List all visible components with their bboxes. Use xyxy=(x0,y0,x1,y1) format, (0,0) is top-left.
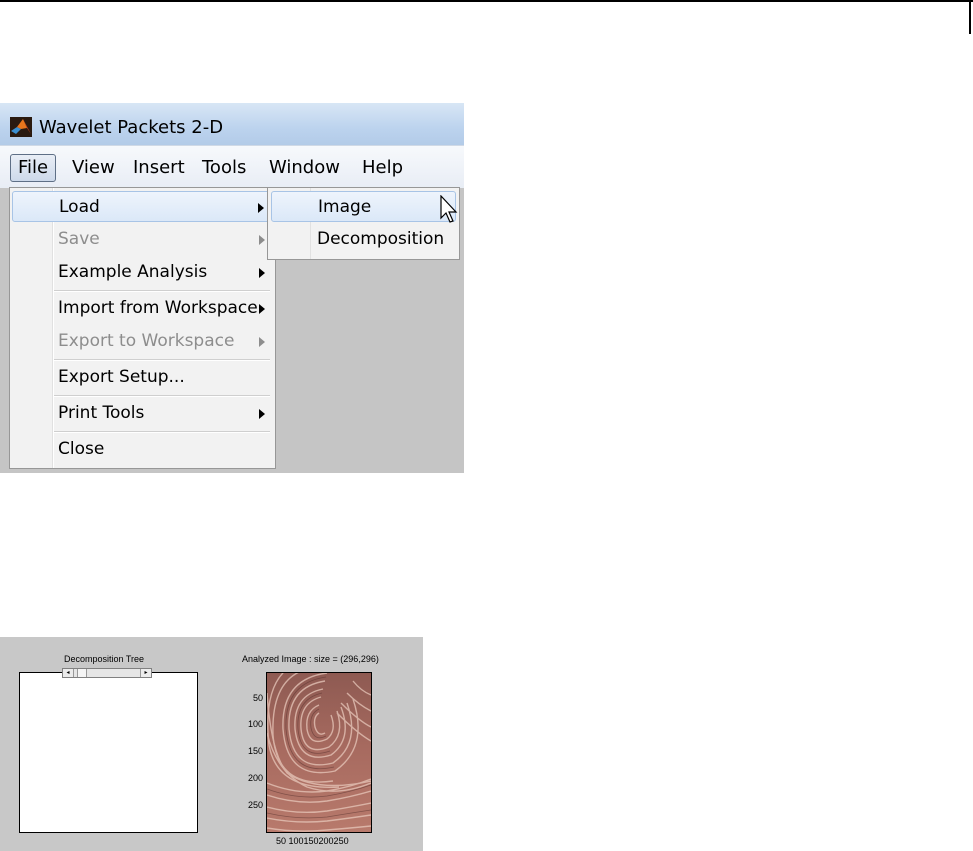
menu-insert[interactable]: Insert xyxy=(126,154,192,182)
menu-item-label: Export Setup... xyxy=(58,367,185,387)
menu-item-label: Close xyxy=(58,439,105,459)
submenu-arrow-icon xyxy=(258,203,264,213)
x-tick-labels: 50 100150200250 xyxy=(276,836,349,846)
load-submenu: Image Decomposition xyxy=(267,187,460,260)
analyzed-image-title: Analyzed Image : size = (296,296) xyxy=(242,654,379,664)
submenu-arrow-icon xyxy=(259,235,265,245)
menu-view[interactable]: View xyxy=(65,154,122,182)
mouse-pointer-icon xyxy=(440,195,458,223)
menu-item-label: Save xyxy=(58,229,100,249)
file-dropdown-menu: Load Save Example Analysis Import from W… xyxy=(9,187,276,469)
menu-window[interactable]: Window xyxy=(262,154,347,182)
menu-separator xyxy=(54,359,270,361)
submenu-arrow-icon xyxy=(259,268,265,278)
analysis-panel: Decomposition Tree ◂ ▸ Analyzed Image : … xyxy=(0,637,423,851)
menu-item-label: Export to Workspace xyxy=(58,331,235,351)
decomposition-tree-title: Decomposition Tree xyxy=(64,654,145,664)
window-title: Wavelet Packets 2-D xyxy=(39,117,224,138)
submenu-arrow-icon xyxy=(259,337,265,347)
y-tick-label: 150 xyxy=(247,746,263,756)
menu-item-label: Example Analysis xyxy=(58,262,208,282)
matlab-logo-icon xyxy=(10,117,32,137)
decomposition-tree-axes[interactable] xyxy=(19,672,198,833)
y-tick-label: 200 xyxy=(247,773,263,783)
menu-file[interactable]: File xyxy=(10,154,57,182)
menu-item-label: Load xyxy=(59,197,100,217)
menu-bar: File View Insert Tools Window Help xyxy=(0,145,464,188)
menu-item-label: Print Tools xyxy=(58,403,145,423)
analyzed-image-axes[interactable] xyxy=(266,672,372,833)
scroll-left-arrow-icon[interactable]: ◂ xyxy=(63,669,74,677)
page-top-rule xyxy=(0,0,973,2)
file-menu-save[interactable]: Save xyxy=(12,224,273,255)
file-menu-export-setup[interactable]: Export Setup... xyxy=(12,362,273,393)
submenu-arrow-icon xyxy=(259,304,265,314)
menu-separator xyxy=(54,290,270,292)
file-menu-example-analysis[interactable]: Example Analysis xyxy=(12,257,273,288)
file-menu-print-tools[interactable]: Print Tools xyxy=(12,398,273,429)
fingerprint-image xyxy=(267,673,371,832)
y-tick-label: 250 xyxy=(247,800,263,810)
file-menu-close[interactable]: Close xyxy=(12,434,273,465)
submenu-arrow-icon xyxy=(259,409,265,419)
page-corner-tick xyxy=(969,0,971,34)
load-submenu-decomposition[interactable]: Decomposition xyxy=(271,224,456,255)
menu-item-label: Image xyxy=(318,197,372,217)
menu-item-label: Decomposition xyxy=(317,229,445,249)
menu-tools[interactable]: Tools xyxy=(195,154,253,182)
file-menu-load[interactable]: Load xyxy=(12,191,273,222)
file-menu-export-to-workspace[interactable]: Export to Workspace xyxy=(12,326,273,357)
tree-horizontal-scrollbar[interactable]: ◂ ▸ xyxy=(62,668,152,678)
y-tick-label: 100 xyxy=(247,719,263,729)
app-window: Wavelet Packets 2-D File View Insert Too… xyxy=(0,103,464,473)
file-menu-import-from-workspace[interactable]: Import from Workspace xyxy=(12,293,273,324)
scrollbar-thumb[interactable] xyxy=(77,669,87,677)
y-tick-label: 50 xyxy=(252,693,263,703)
load-submenu-image[interactable]: Image xyxy=(271,191,456,222)
title-bar: Wavelet Packets 2-D xyxy=(0,103,464,145)
menu-separator xyxy=(54,395,270,397)
scroll-right-arrow-icon[interactable]: ▸ xyxy=(140,669,151,677)
menu-separator xyxy=(54,431,270,433)
menu-item-label: Import from Workspace xyxy=(58,298,258,318)
menu-help[interactable]: Help xyxy=(355,154,410,182)
